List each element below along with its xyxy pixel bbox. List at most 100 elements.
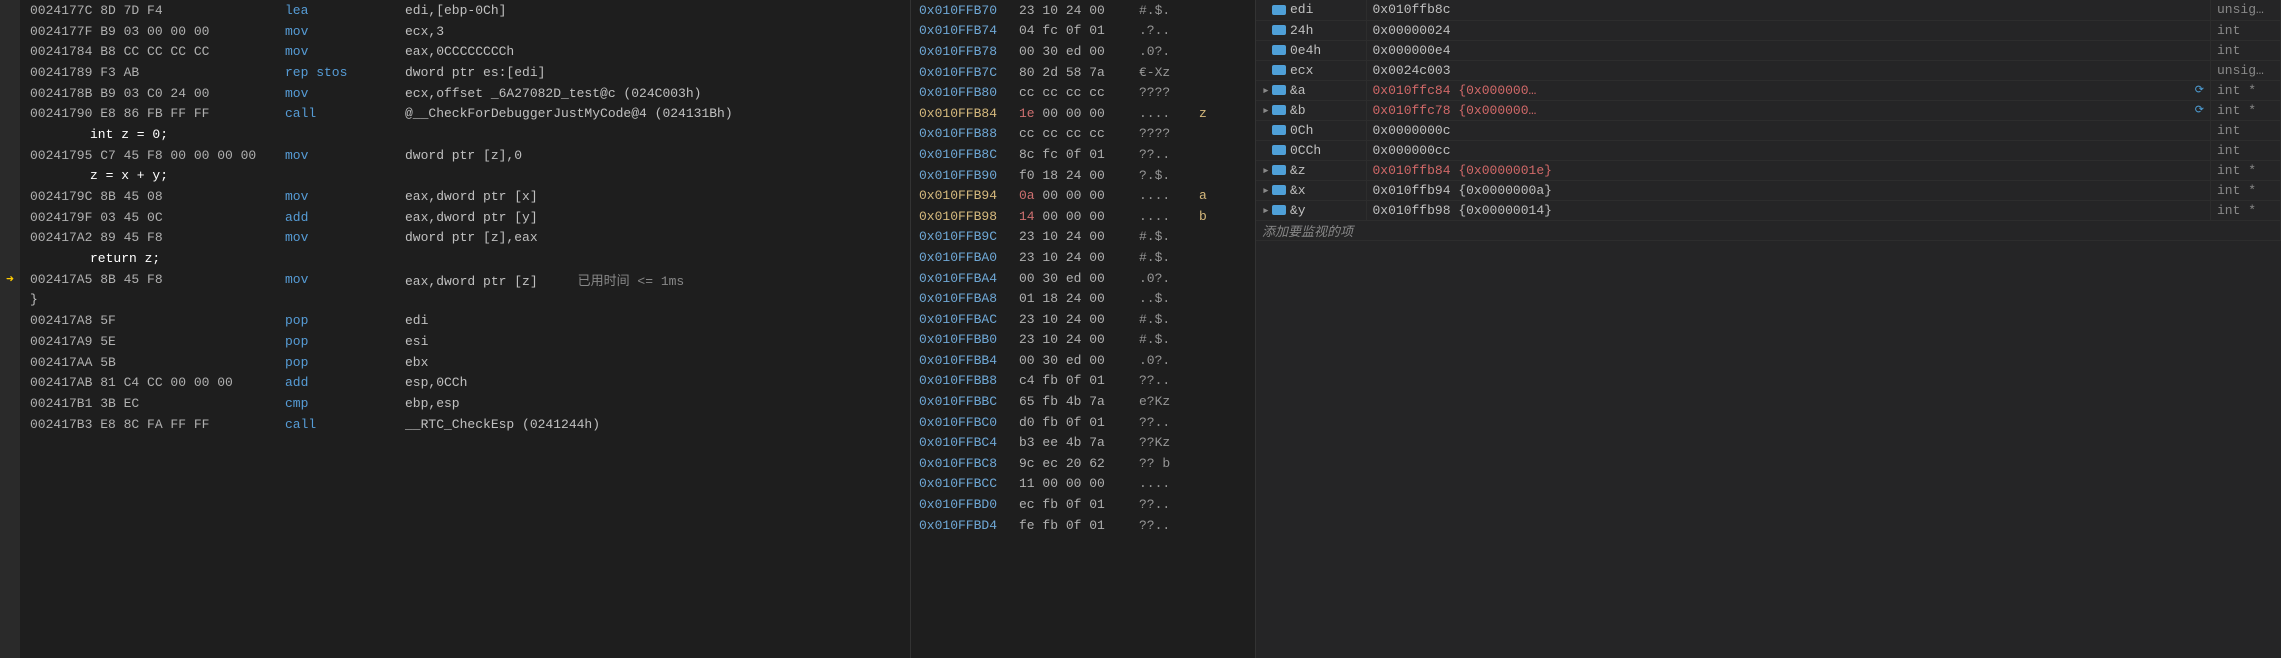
watch-name-cell[interactable]: 24h bbox=[1256, 20, 1366, 40]
memory-row[interactable]: 0x010FFBB023 10 24 00#.$. bbox=[911, 330, 1255, 351]
memory-hex: 1e 00 00 00 bbox=[1019, 106, 1139, 121]
watch-add-row[interactable]: 添加要监视的项 bbox=[1256, 220, 2281, 240]
memory-row[interactable]: 0x010FFBB8c4 fb 0f 01??.. bbox=[911, 371, 1255, 392]
asm-line[interactable]: 00241790 E8 86 FB FF FFcall@__CheckForDe… bbox=[0, 103, 910, 124]
memory-row[interactable]: 0x010FFBC0d0 fb 0f 01??.. bbox=[911, 412, 1255, 433]
memory-row[interactable]: 0x010FFB88cc cc cc cc???? bbox=[911, 124, 1255, 145]
memory-row[interactable]: 0x010FFBA400 30 ed 00.0?. bbox=[911, 268, 1255, 289]
memory-row[interactable]: 0x010FFBC89c ec 20 62?? b bbox=[911, 453, 1255, 474]
asm-line[interactable]: 002417A9 5Epopesi bbox=[0, 331, 910, 352]
watch-value-cell[interactable]: 0x010ffc84 {0x000000…⟳ bbox=[1366, 80, 2211, 100]
watch-name-cell[interactable]: ▸&z bbox=[1256, 160, 1366, 180]
memory-row[interactable]: 0x010FFBC4b3 ee 4b 7a??Kz bbox=[911, 432, 1255, 453]
memory-row[interactable]: 0x010FFBB400 30 ed 00.0?. bbox=[911, 350, 1255, 371]
disassembly-pane[interactable]: 0024177C 8D 7D F4leaedi,[ebp-0Ch]0024177… bbox=[0, 0, 910, 658]
asm-line[interactable]: 00241784 B8 CC CC CC CCmoveax,0CCCCCCCCh bbox=[0, 41, 910, 62]
watch-value-cell[interactable]: 0x010ffb8c bbox=[1366, 0, 2211, 20]
memory-pane[interactable]: 0x010FFB7023 10 24 00#.$.0x010FFB7404 fc… bbox=[910, 0, 1255, 658]
asm-line[interactable]: 002417A8 5Fpopedi bbox=[0, 310, 910, 331]
watch-row[interactable]: 0CCh0x000000ccint bbox=[1256, 140, 2281, 160]
watch-value-cell[interactable]: 0x000000cc bbox=[1366, 140, 2211, 160]
watch-row[interactable]: ▸&y0x010ffb98 {0x00000014}int * bbox=[1256, 200, 2281, 220]
watch-row[interactable]: ▸&b0x010ffc78 {0x000000…⟳int * bbox=[1256, 100, 2281, 120]
asm-line[interactable]: 002417A5 8B 45 F8moveax,dword ptr [z]已用时… bbox=[0, 269, 910, 290]
watch-name-cell[interactable]: ▸&x bbox=[1256, 180, 1366, 200]
watch-name-cell[interactable]: 0CCh bbox=[1256, 140, 1366, 160]
memory-row[interactable]: 0x010FFB940a 00 00 00....a bbox=[911, 185, 1255, 206]
memory-row[interactable]: 0x010FFB90f0 18 24 00?.$. bbox=[911, 165, 1255, 186]
watch-row[interactable]: ▸&a0x010ffc84 {0x000000…⟳int * bbox=[1256, 80, 2281, 100]
asm-line[interactable]: 002417A2 89 45 F8movdword ptr [z],eax bbox=[0, 228, 910, 249]
expand-icon[interactable]: ▸ bbox=[1262, 83, 1272, 98]
asm-line[interactable]: 0024179C 8B 45 08moveax,dword ptr [x] bbox=[0, 186, 910, 207]
source-line[interactable]: z = x + y; bbox=[0, 166, 910, 187]
memory-ascii: #.$. bbox=[1139, 3, 1199, 18]
expand-icon[interactable]: ▸ bbox=[1262, 103, 1272, 118]
memory-row[interactable]: 0x010FFB9814 00 00 00....b bbox=[911, 206, 1255, 227]
asm-line[interactable]: 00241795 C7 45 F8 00 00 00 00movdword pt… bbox=[0, 145, 910, 166]
watch-value-cell[interactable]: 0x010ffb84 {0x0000001e} bbox=[1366, 160, 2211, 180]
watch-row[interactable]: ecx0x0024c003unsig… bbox=[1256, 60, 2281, 80]
watch-row[interactable]: 0e4h0x000000e4int bbox=[1256, 40, 2281, 60]
memory-row[interactable]: 0x010FFBA023 10 24 00#.$. bbox=[911, 247, 1255, 268]
watch-row[interactable]: edi0x010ffb8cunsig… bbox=[1256, 0, 2281, 20]
breakpoint-gutter[interactable] bbox=[0, 0, 20, 658]
asm-operands: eax,dword ptr [z]已用时间 <= 1ms bbox=[405, 270, 910, 289]
memory-row[interactable]: 0x010FFBBC65 fb 4b 7ae?Kz bbox=[911, 391, 1255, 412]
memory-row[interactable]: 0x010FFB7023 10 24 00#.$. bbox=[911, 0, 1255, 21]
asm-address-bytes: 002417A2 89 45 F8 bbox=[30, 230, 285, 245]
memory-hex: ec fb 0f 01 bbox=[1019, 497, 1139, 512]
asm-line[interactable]: 002417B3 E8 8C FA FF FFcall__RTC_CheckEs… bbox=[0, 414, 910, 435]
watch-row[interactable]: ▸&z0x010ffb84 {0x0000001e}int * bbox=[1256, 160, 2281, 180]
memory-row[interactable]: 0x010FFBAC23 10 24 00#.$. bbox=[911, 309, 1255, 330]
memory-row[interactable]: 0x010FFBA801 18 24 00..$. bbox=[911, 288, 1255, 309]
perf-tip[interactable]: 已用时间 <= 1ms bbox=[578, 274, 685, 289]
refresh-icon[interactable]: ⟳ bbox=[2195, 83, 2204, 97]
watch-name-cell[interactable]: ▸&b bbox=[1256, 100, 1366, 120]
memory-row[interactable]: 0x010FFB7C80 2d 58 7a€-Xz bbox=[911, 62, 1255, 83]
source-line[interactable]: int z = 0; bbox=[0, 124, 910, 145]
watch-value-cell[interactable]: 0x0000000c bbox=[1366, 120, 2211, 140]
watch-name-cell[interactable]: ▸&y bbox=[1256, 200, 1366, 220]
watch-name-cell[interactable]: ▸&a bbox=[1256, 80, 1366, 100]
watch-pane[interactable]: edi0x010ffb8cunsig…24h0x00000024int0e4h0… bbox=[1255, 0, 2281, 658]
watch-name-cell[interactable]: 0e4h bbox=[1256, 40, 1366, 60]
memory-row[interactable]: 0x010FFB7800 30 ed 00.0?. bbox=[911, 41, 1255, 62]
memory-row[interactable]: 0x010FFBCC11 00 00 00.... bbox=[911, 474, 1255, 495]
expand-icon[interactable]: ▸ bbox=[1262, 183, 1272, 198]
expand-icon[interactable]: ▸ bbox=[1262, 163, 1272, 178]
refresh-icon[interactable]: ⟳ bbox=[2195, 103, 2204, 117]
watch-value-cell[interactable]: 0x000000e4 bbox=[1366, 40, 2211, 60]
memory-row[interactable]: 0x010FFB9C23 10 24 00#.$. bbox=[911, 227, 1255, 248]
asm-line[interactable]: 0024177C 8D 7D F4leaedi,[ebp-0Ch] bbox=[0, 0, 910, 21]
memory-row[interactable]: 0x010FFB841e 00 00 00....z bbox=[911, 103, 1255, 124]
memory-row[interactable]: 0x010FFBD4fe fb 0f 01??.. bbox=[911, 515, 1255, 536]
asm-line[interactable]: 002417B1 3B ECcmpebp,esp bbox=[0, 393, 910, 414]
memory-var-label: z bbox=[1199, 106, 1207, 121]
asm-line[interactable]: 0024179F 03 45 0Caddeax,dword ptr [y] bbox=[0, 207, 910, 228]
asm-line[interactable]: 0024178B B9 03 C0 24 00movecx,offset _6A… bbox=[0, 83, 910, 104]
asm-line[interactable]: 002417AA 5Bpopebx bbox=[0, 352, 910, 373]
watch-value-cell[interactable]: 0x00000024 bbox=[1366, 20, 2211, 40]
watch-value-cell[interactable]: 0x010ffb94 {0x0000000a} bbox=[1366, 180, 2211, 200]
watch-row[interactable]: 0Ch0x0000000cint bbox=[1256, 120, 2281, 140]
watch-row[interactable]: ▸&x0x010ffb94 {0x0000000a}int * bbox=[1256, 180, 2281, 200]
source-line[interactable]: return z; bbox=[0, 248, 910, 269]
memory-row[interactable]: 0x010FFB8C8c fc 0f 01??.. bbox=[911, 144, 1255, 165]
watch-row[interactable]: 24h0x00000024int bbox=[1256, 20, 2281, 40]
watch-value-cell[interactable]: 0x0024c003 bbox=[1366, 60, 2211, 80]
watch-value-cell[interactable]: 0x010ffc78 {0x000000…⟳ bbox=[1366, 100, 2211, 120]
asm-line[interactable]: 002417AB 81 C4 CC 00 00 00addesp,0CCh bbox=[0, 372, 910, 393]
memory-row[interactable]: 0x010FFB7404 fc 0f 01.?.. bbox=[911, 21, 1255, 42]
watch-name-cell[interactable]: edi bbox=[1256, 0, 1366, 20]
expand-icon[interactable]: ▸ bbox=[1262, 203, 1272, 218]
watch-name-cell[interactable]: ecx bbox=[1256, 60, 1366, 80]
memory-row[interactable]: 0x010FFB80cc cc cc cc???? bbox=[911, 82, 1255, 103]
watch-name-cell[interactable]: 0Ch bbox=[1256, 120, 1366, 140]
watch-type-cell: int bbox=[2211, 120, 2281, 140]
watch-value-cell[interactable]: 0x010ffb98 {0x00000014} bbox=[1366, 200, 2211, 220]
asm-line[interactable]: 00241789 F3 ABrep stosdword ptr es:[edi] bbox=[0, 62, 910, 83]
memory-row[interactable]: 0x010FFBD0ec fb 0f 01??.. bbox=[911, 494, 1255, 515]
asm-line[interactable]: 0024177F B9 03 00 00 00movecx,3 bbox=[0, 21, 910, 42]
memory-ascii: €-Xz bbox=[1139, 65, 1199, 80]
